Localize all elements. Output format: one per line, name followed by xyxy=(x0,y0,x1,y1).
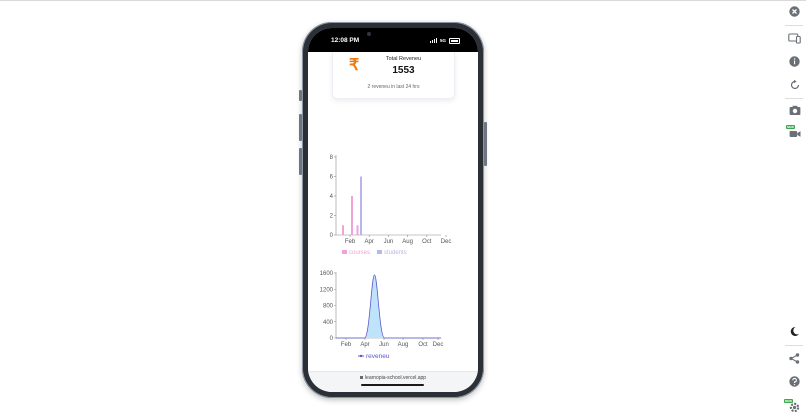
new-badge: NEW xyxy=(786,125,795,129)
device-icon[interactable] xyxy=(788,32,801,45)
emulator-toolbar: NEW NEW xyxy=(780,0,806,416)
legend-label-students: students xyxy=(384,250,407,256)
browser-url-bar[interactable]: learnopia-school.vercel.app xyxy=(308,371,478,392)
close-icon[interactable] xyxy=(788,5,801,18)
bar-chart: 0 2 4 6 8 Feb Apr Jun Aug Oct Dec courses students xyxy=(330,155,452,256)
x-tick-label: Dec xyxy=(433,342,444,348)
revenue-subtitle: 2 reveneu in last 24 hrs xyxy=(367,84,420,90)
rotate-icon[interactable] xyxy=(788,78,801,91)
bar-students xyxy=(360,176,362,235)
y-tick-label: 1600 xyxy=(320,271,334,277)
revenue-title: Total Reveneu xyxy=(385,56,422,62)
info-icon[interactable] xyxy=(788,55,801,68)
x-tick-label: Oct xyxy=(418,342,428,348)
top-divider xyxy=(0,0,806,1)
help-icon[interactable] xyxy=(788,375,801,388)
camera-icon[interactable] xyxy=(788,104,801,117)
y-tick-label: 0 xyxy=(330,336,334,342)
legend-marker-reveneu xyxy=(359,354,363,358)
url-text: learnopia-school.vercel.app xyxy=(364,375,427,381)
toolbar-separator xyxy=(785,98,803,99)
x-tick-label: Feb xyxy=(345,239,356,245)
x-tick-label: Jun xyxy=(379,342,389,348)
bar-courses xyxy=(342,225,344,235)
area-fill-reveneu xyxy=(336,274,441,338)
y-tick-label: 6 xyxy=(330,175,334,181)
home-indicator xyxy=(361,384,424,386)
lock-icon xyxy=(359,376,363,380)
x-tick-label: Jun xyxy=(384,239,394,245)
status-time: 12:08 PM xyxy=(331,37,360,44)
x-tick-label: Apr xyxy=(360,342,369,348)
x-tick-label: Aug xyxy=(402,239,413,245)
revenue-card: ₹ Total Reveneu 1553 2 reveneu in last 2… xyxy=(332,52,455,99)
front-camera xyxy=(367,32,371,36)
legend-swatch-students xyxy=(377,250,382,254)
phone-screen[interactable]: 12:08 PM 5G ₹ Total Reveneu 1553 2 reven… xyxy=(308,28,478,392)
browser-url[interactable]: learnopia-school.vercel.app xyxy=(308,375,478,381)
x-tick-label: Aug xyxy=(398,342,409,348)
rupee-icon: ₹ xyxy=(349,57,360,74)
network-label: 5G xyxy=(439,38,446,43)
video-icon[interactable]: NEW xyxy=(786,125,801,140)
share-icon[interactable] xyxy=(788,352,801,365)
battery-icon xyxy=(449,37,460,44)
x-tick-label: Apr xyxy=(365,239,374,245)
legend-swatch-courses xyxy=(342,250,347,254)
legend-label-courses: courses xyxy=(349,250,370,256)
moon-icon[interactable] xyxy=(788,325,801,338)
y-tick-label: 0 xyxy=(330,233,334,239)
phone-volume-down-button xyxy=(299,148,302,175)
legend-label-reveneu: reveneu xyxy=(366,353,390,360)
status-bar: 12:08 PM 5G xyxy=(308,28,478,52)
x-tick-label: Feb xyxy=(341,342,352,348)
bar-courses xyxy=(356,225,359,235)
revenue-area-chart: 0 400 800 1200 1600 Feb Apr Jun Aug Oct Dec reveneu xyxy=(320,271,444,360)
x-tick-label: Oct xyxy=(422,239,432,245)
revenue-value: 1553 xyxy=(392,65,415,76)
area-line-reveneu xyxy=(336,274,441,339)
settings-icon[interactable]: NEW xyxy=(784,399,801,414)
y-tick-label: 4 xyxy=(330,194,334,200)
y-tick-label: 2 xyxy=(330,214,334,220)
signal-icon xyxy=(429,38,437,43)
toolbar-separator xyxy=(785,345,803,346)
status-icons: 5G xyxy=(429,37,460,44)
toolbar-separator xyxy=(785,25,803,26)
phone-power-button xyxy=(484,122,487,166)
phone-side-button xyxy=(299,90,302,101)
phone-volume-up-button xyxy=(299,114,302,141)
y-tick-label: 800 xyxy=(323,304,334,310)
y-tick-label: 1200 xyxy=(320,287,334,293)
y-tick-label: 400 xyxy=(323,320,334,326)
y-tick-label: 8 xyxy=(330,155,334,161)
x-tick-label: Dec xyxy=(441,239,452,245)
bar-courses xyxy=(351,196,353,235)
new-badge: NEW xyxy=(784,399,793,403)
